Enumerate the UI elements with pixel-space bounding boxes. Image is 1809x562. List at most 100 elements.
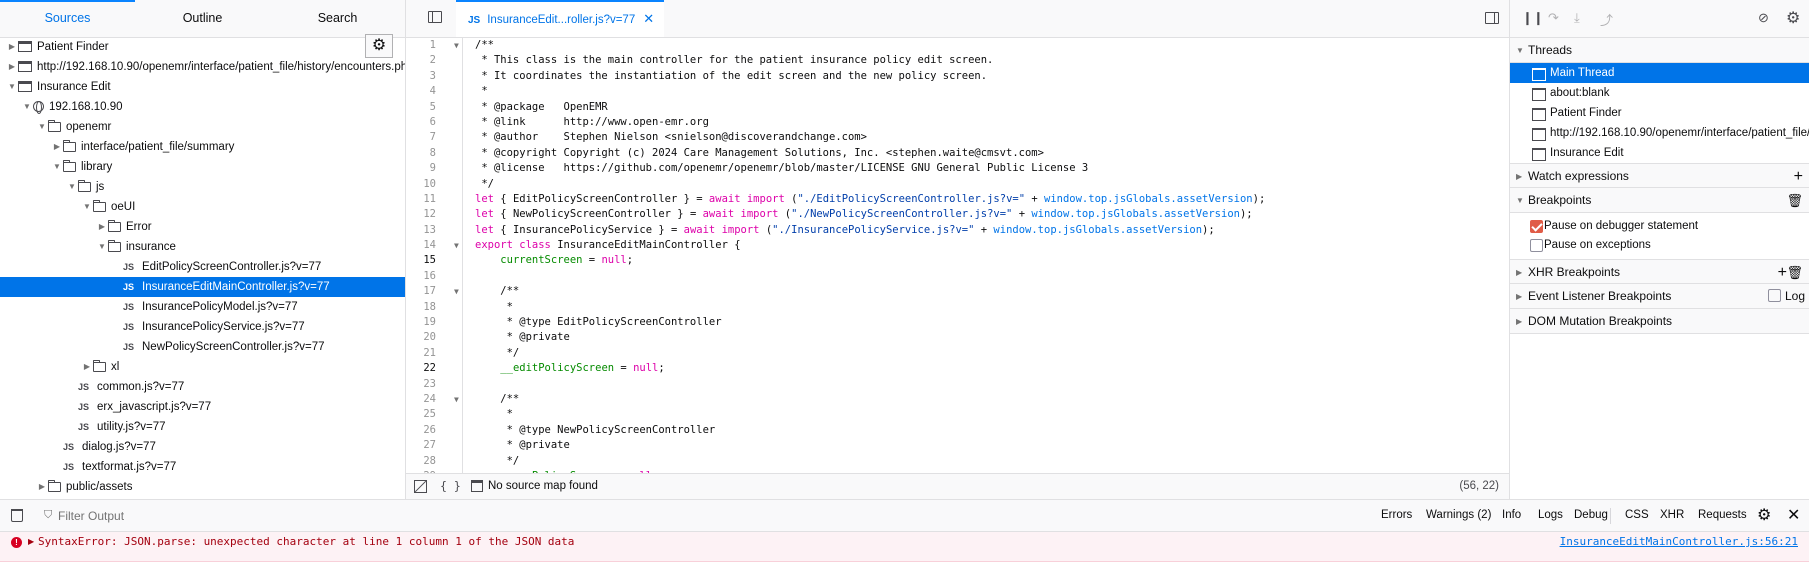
pause-on-debugger-option[interactable]: Pause on debugger statement [1510,217,1809,236]
tree-item[interactable]: JS EditPolicyScreenController.js?v=77 [0,257,405,277]
code-line[interactable]: 26 * @type NewPolicyScreenController [406,423,1509,438]
filter-errors-button[interactable]: Errors [1376,506,1417,525]
tree-item[interactable]: ▶ interface/patient_file/summary [0,137,405,157]
line-number[interactable]: 14 [406,238,436,253]
fold-chevron-icon[interactable]: ▼ [454,38,459,53]
line-number[interactable]: 4 [406,84,436,99]
line-number[interactable]: 2 [406,53,436,68]
toggle-debugger-panel-icon[interactable] [1485,12,1499,24]
code-line[interactable]: 2 * This class is the main controller fo… [406,53,1509,68]
code-line[interactable]: 12 let { NewPolicyScreenController } = aw… [406,207,1509,222]
line-number[interactable]: 16 [406,269,436,284]
tree-item[interactable]: ▼ library [0,157,405,177]
line-number[interactable]: 7 [406,130,436,145]
thread-item[interactable]: Insurance Edit [1510,143,1809,163]
tree-item[interactable]: ▼ js [0,177,405,197]
thread-item[interactable]: http://192.168.10.90/openemr/interface/p… [1510,123,1809,143]
tree-item[interactable]: ▶ xl [0,357,405,377]
code-line[interactable]: 19 * @type EditPolicyScreenController [406,315,1509,330]
line-number[interactable]: 8 [406,146,436,161]
chevron-down-icon[interactable]: ▼ [96,237,108,257]
tree-item[interactable]: ▼ insurance [0,237,405,257]
filter-debug-button[interactable]: Debug [1569,506,1613,525]
filter-requests-button[interactable]: Requests [1693,506,1752,525]
fold-chevron-icon[interactable]: ▼ [454,238,459,253]
threads-header[interactable]: ▼ Threads [1510,38,1809,63]
tree-item[interactable]: JS erx_javascript.js?v=77 [0,397,405,417]
code-line[interactable]: 20 * @private [406,330,1509,345]
code-line[interactable]: 23 [406,377,1509,392]
source-map-status[interactable]: No source map found [488,474,598,499]
chevron-right-icon[interactable]: ▶ [51,137,63,157]
code-line[interactable]: 1 ▼ /** [406,38,1509,53]
close-split-console-icon[interactable]: ✕ [1787,500,1800,531]
code-line[interactable]: 22 __editPolicyScreen = null; [406,361,1509,376]
tree-item[interactable]: JS dialog.js?v=77 [0,437,405,457]
pause-on-exceptions-checkbox[interactable] [1530,239,1543,252]
line-number[interactable]: 21 [406,346,436,361]
code-line[interactable]: 5 * @package OpenEMR [406,100,1509,115]
filter-xhr-button[interactable]: XHR [1655,506,1689,525]
line-number[interactable]: 17 [406,284,436,299]
settings-gear-icon[interactable]: ⚙ [365,34,393,58]
line-number[interactable]: 15 [406,253,436,268]
code-line[interactable]: 28 */ [406,454,1509,469]
filter-info-button[interactable]: Info [1497,506,1526,525]
line-number[interactable]: 26 [406,423,436,438]
tree-item[interactable]: ▶ public/assets [0,477,405,497]
thread-item[interactable]: about:blank [1510,83,1809,103]
chevron-right-icon[interactable]: ▶ [81,357,93,377]
close-tab-icon[interactable]: ✕ [643,11,654,26]
expand-arrow-icon[interactable]: ▶ [28,532,34,552]
tab-outline[interactable]: Outline [135,0,270,37]
debugger-settings-gear-icon[interactable]: ⚙ [1786,8,1800,28]
event-listener-breakpoints-header[interactable]: ▶ Event Listener Breakpoints Log [1510,284,1809,309]
pause-on-exceptions-option[interactable]: Pause on exceptions [1510,236,1809,255]
step-out-icon[interactable]: ⤴ [1600,10,1613,29]
toggle-sources-panel-icon[interactable] [428,11,442,23]
tree-item[interactable]: JS InsuranceEditMainController.js?v=77 [0,277,405,297]
chevron-down-icon[interactable]: ▼ [51,157,63,177]
tree-item[interactable]: ▶ http://192.168.10.90/openemr/interface/… [0,57,405,77]
code-view[interactable]: 1 ▼ /** 2 * This class is the main controll… [406,38,1509,473]
thread-item[interactable]: Patient Finder [1510,103,1809,123]
code-line[interactable]: 16 [406,269,1509,284]
chevron-down-icon[interactable]: ▼ [36,117,48,137]
chevron-right-icon[interactable]: ▶ [96,217,108,237]
line-number[interactable]: 20 [406,330,436,345]
watch-expressions-header[interactable]: ▶ Watch expressions + [1510,163,1809,188]
step-in-icon[interactable]: ⤓ [1574,10,1580,26]
line-number[interactable]: 3 [406,69,436,84]
code-line[interactable]: 6 * @link http://www.open-emr.org [406,115,1509,130]
filter-css-button[interactable]: CSS [1620,506,1654,525]
code-line[interactable]: 11 let { EditPolicyScreenController } = a… [406,192,1509,207]
filter-logs-button[interactable]: Logs [1533,506,1568,525]
code-line[interactable]: 13 let { InsurancePolicyService } = await… [406,223,1509,238]
tree-item[interactable]: ▶ Patient Finder [0,37,405,57]
chevron-down-icon[interactable]: ▼ [81,197,93,217]
filter-warnings-button[interactable]: Warnings (2) [1421,506,1496,525]
thread-item[interactable]: Main Thread [1510,63,1809,83]
chevron-right-icon[interactable]: ▶ [6,37,18,57]
step-over-icon[interactable]: ↷ [1548,10,1559,26]
code-line[interactable]: 9 * @license https://github.com/openemr/… [406,161,1509,176]
line-number[interactable]: 18 [406,300,436,315]
line-number[interactable]: 10 [406,177,436,192]
tree-item[interactable]: ▼ 192.168.10.90 [0,97,405,117]
line-number[interactable]: 9 [406,161,436,176]
code-line[interactable]: 14 ▼ export class InsuranceEditMainControl… [406,238,1509,253]
line-number[interactable]: 27 [406,438,436,453]
code-line[interactable]: 3 * It coordinates the instantiation of … [406,69,1509,84]
chevron-down-icon[interactable]: ▼ [66,177,78,197]
clear-console-trash-icon[interactable] [11,509,23,522]
chevron-down-icon[interactable]: ▼ [6,77,18,97]
line-number[interactable]: 1 [406,38,436,53]
chevron-right-icon[interactable]: ▶ [36,477,48,497]
dom-mutation-breakpoints-header[interactable]: ▶ DOM Mutation Breakpoints [1510,309,1809,334]
pause-icon[interactable]: ❙❙ [1522,10,1544,26]
xhr-breakpoints-header[interactable]: ▶ XHR Breakpoints + 🗑 [1510,259,1809,284]
pretty-print-button[interactable]: { } [440,474,461,499]
tree-item[interactable]: JS InsurancePolicyService.js?v=77 [0,317,405,337]
line-number[interactable]: 19 [406,315,436,330]
line-number[interactable]: 25 [406,407,436,422]
